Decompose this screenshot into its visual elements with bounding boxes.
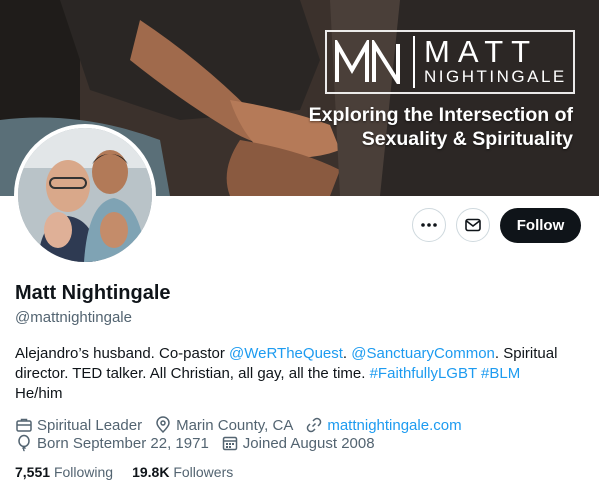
follow-stats: 7,551 Following 19.8K Followers [15,464,252,480]
bio-hashtag-link[interactable]: #FaithfullyLGBT [370,365,477,382]
link-icon [307,417,322,433]
bio-text: . [342,345,352,362]
followers-count: 19.8K [132,464,170,480]
birthday-label: Born September 22, 1971 [37,434,209,452]
bio-mention-link[interactable]: @SanctuaryCommon [351,345,495,362]
profile-meta-row: Born September 22, 1971 Joined August 20… [15,433,387,453]
message-button[interactable] [456,208,490,242]
more-button[interactable] [412,208,446,242]
profession-label: Spiritual Leader [37,416,143,434]
avatar-photo [18,128,152,262]
brand-divider [413,36,415,88]
bio-hashtag-link[interactable]: #BLM [481,365,520,382]
following-stat[interactable]: 7,551 Following [15,464,113,480]
profile-meta-row: Spiritual Leader Marin County, CA mattni… [15,415,474,435]
avatar[interactable] [14,124,156,266]
profession-item: Spiritual Leader [15,416,142,434]
following-count: 7,551 [15,464,51,480]
user-handle: @mattnightingale [15,309,132,326]
joined-item: Joined August 2008 [221,434,375,452]
banner-tagline-line2: Sexuality & Spirituality [361,128,573,150]
more-dots-icon [421,223,437,227]
birthday-item: Born September 22, 1971 [15,434,209,452]
banner-tagline-line1: Exploring the Intersection of [308,104,573,126]
envelope-icon [465,218,481,232]
joined-label: Joined August 2008 [242,434,375,452]
bio-text: He/him [15,385,63,402]
follow-button[interactable]: Follow [500,208,581,243]
following-label: Following [53,464,114,480]
brand-monogram-logo [335,40,400,84]
followers-stat[interactable]: 19.8K Followers [132,464,233,480]
profile-bio: Alejandro’s husband. Co-pastor @WeRTheQu… [15,344,580,404]
location-item: Marin County, CA [154,416,293,434]
brand-name: MATT [424,34,539,69]
location-pin-icon [156,416,170,434]
display-name: Matt Nightingale [15,282,171,304]
location-label: Marin County, CA [176,416,294,434]
followers-label: Followers [173,464,234,480]
briefcase-icon [16,418,32,432]
bio-text: Alejandro’s husband. Co-pastor [15,345,230,362]
balloon-icon [18,434,30,452]
website-item[interactable]: mattnightingale.com [305,416,462,434]
calendar-icon [222,436,238,451]
bio-mention-link[interactable]: @WeRTheQuest [229,345,343,362]
brand-surname: NIGHTINGALE [424,67,567,86]
website-link[interactable]: mattnightingale.com [327,417,461,434]
